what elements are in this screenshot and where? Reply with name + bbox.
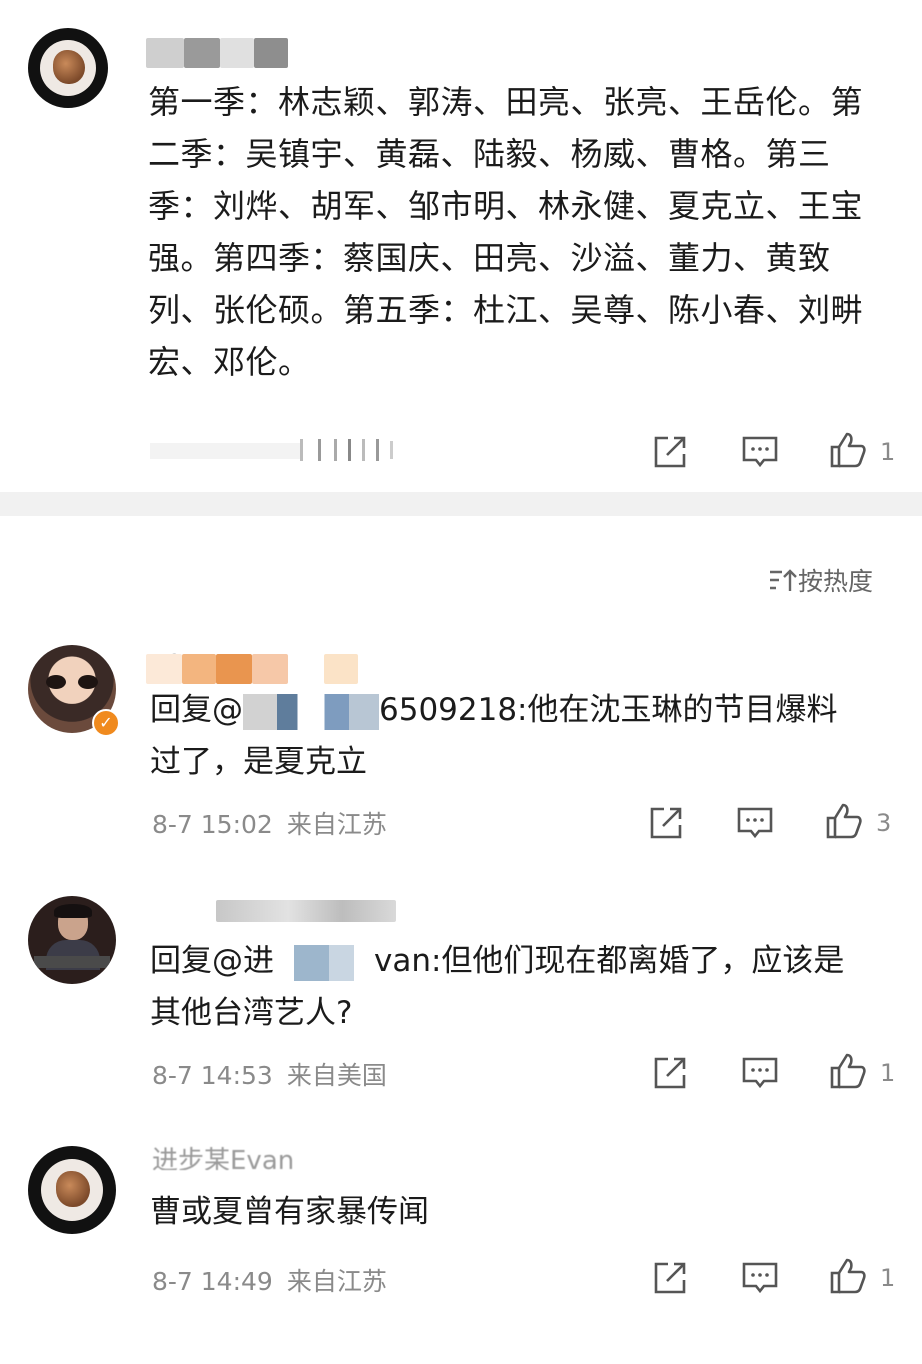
- comment-icon[interactable]: [740, 1258, 780, 1298]
- reply-line: 回复@进 van:但他们现在都离婚了，应该是: [150, 935, 890, 987]
- comment-line: 季：刘烨、胡军、邹市明、林永健、夏克立、王宝: [148, 187, 864, 225]
- mention-blurred[interactable]: [274, 944, 374, 981]
- reply-prefix: 回复@进: [150, 943, 274, 979]
- timestamp: 8-7 14:49: [152, 1267, 273, 1296]
- comment-line: 二季：吴镇宇、黄磊、陆毅、杨威、曹格。第三: [148, 135, 831, 173]
- reply-body: 曹或夏曾有家暴传闻: [150, 1186, 890, 1238]
- comment-body: 第一季：林志颖、郭涛、田亮、张亮、王岳伦。第 二季：吴镇宇、黄磊、陆毅、杨威、曹…: [148, 76, 888, 388]
- mention-blurred[interactable]: [243, 693, 379, 730]
- timestamp: 8-7 14:53: [152, 1061, 273, 1090]
- comment-line: 强。第四季：蔡国庆、田亮、沙溢、董力、黄致: [148, 239, 831, 277]
- comment-icon[interactable]: [740, 1053, 780, 1093]
- reply-suffix: van:但他们现在都离婚了，应该是: [374, 943, 845, 979]
- thumbs-up-icon[interactable]: [824, 801, 864, 841]
- reply-meta: 8-7 15:02 来自江苏: [152, 805, 387, 841]
- location: 来自江苏: [286, 1267, 387, 1296]
- share-icon[interactable]: [650, 432, 690, 472]
- like-count: 3: [876, 809, 892, 837]
- comment-icon[interactable]: [735, 803, 775, 843]
- like-count: 1: [880, 1059, 896, 1087]
- reply-meta: 8-7 14:49 来自江苏: [152, 1262, 387, 1298]
- section-divider: [0, 492, 922, 516]
- reply-line: 回复@ 6509218:他在沈玉琳的节目爆料: [150, 684, 890, 736]
- comment-icon[interactable]: [740, 432, 780, 472]
- reply-prefix: 回复@: [150, 692, 243, 728]
- location: 来自美国: [286, 1061, 387, 1090]
- share-icon[interactable]: [650, 1258, 690, 1298]
- like-count: 1: [880, 438, 896, 466]
- comment-line: 列、张伦硕。第五季：杜江、吴尊、陈小春、刘畊: [148, 291, 864, 329]
- avatar[interactable]: [28, 1146, 116, 1234]
- avatar[interactable]: [28, 896, 116, 984]
- verified-badge-icon: ✓: [92, 709, 120, 737]
- sort-toggle[interactable]: 按热度: [768, 562, 873, 598]
- thumbs-up-icon[interactable]: [828, 1051, 868, 1091]
- timestamp: 8-7 15:02: [152, 810, 273, 839]
- reply-line: 过了，是夏克立: [150, 744, 367, 780]
- reply-line: 曹或夏曾有家暴传闻: [150, 1194, 429, 1230]
- sort-icon: [770, 569, 797, 591]
- reply-suffix: 6509218:他在沈玉琳的节目爆料: [379, 692, 838, 728]
- share-icon[interactable]: [650, 1053, 690, 1093]
- reply-meta: 8-7 14:53 来自美国: [152, 1056, 387, 1092]
- reply-body: 回复@进 van:但他们现在都离婚了，应该是 其他台湾艺人?: [150, 935, 890, 1039]
- location: 来自江苏: [286, 810, 387, 839]
- avatar[interactable]: [28, 28, 108, 108]
- reply-line: 其他台湾艺人?: [150, 995, 353, 1031]
- comment-line: 第一季：林志颖、郭涛、田亮、张亮、王岳伦。第: [148, 83, 864, 121]
- like-count: 1: [880, 1264, 896, 1292]
- sort-label: 按热度: [798, 567, 874, 596]
- meta-blurred: [150, 439, 393, 461]
- thumbs-up-icon[interactable]: [828, 1256, 868, 1296]
- reply-body: 回复@ 6509218:他在沈玉琳的节目爆料 过了，是夏克立: [150, 684, 890, 788]
- share-icon[interactable]: [646, 803, 686, 843]
- comment-line: 宏、邓伦。: [148, 343, 311, 381]
- thumbs-up-icon[interactable]: [828, 430, 868, 470]
